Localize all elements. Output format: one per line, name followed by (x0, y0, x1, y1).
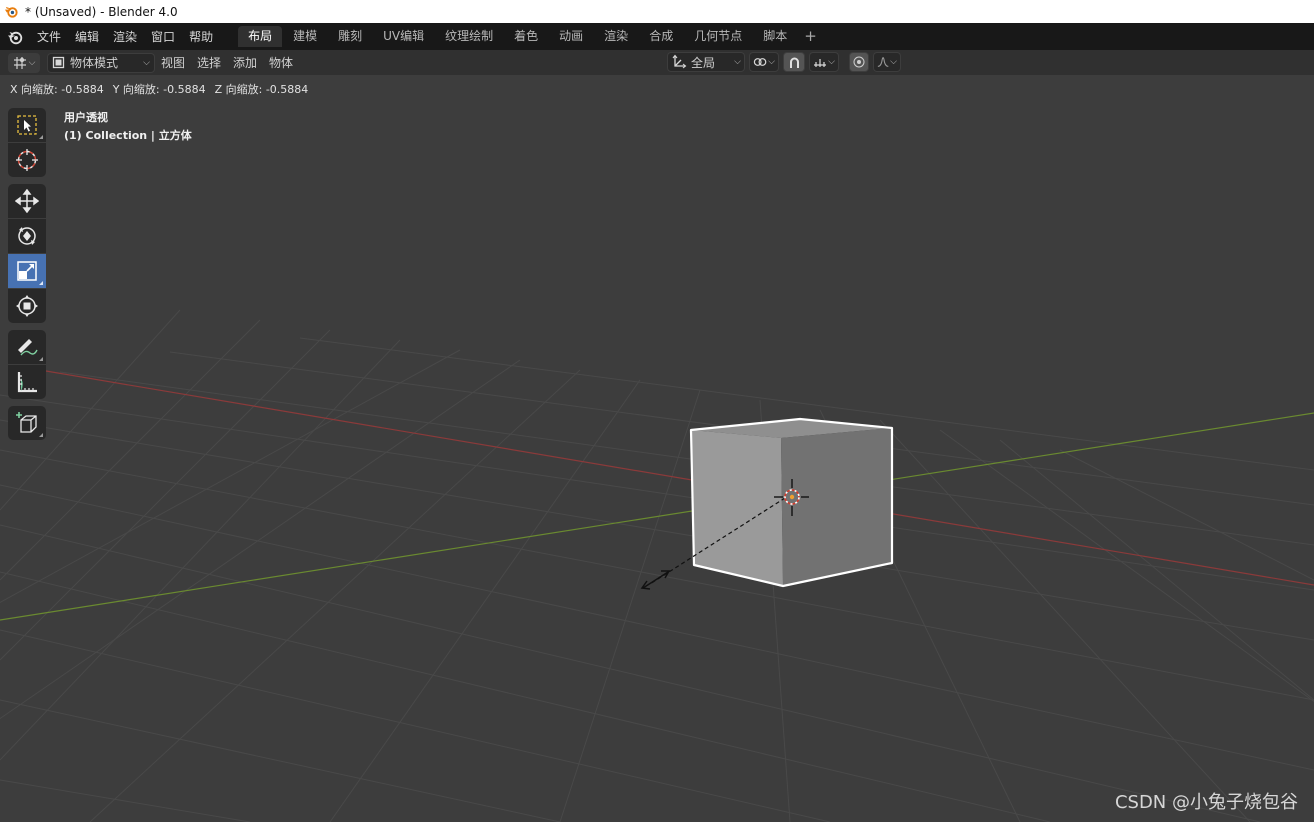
view-collection-label: (1) Collection | 立方体 (64, 129, 192, 142)
y-axis-line (0, 412, 1314, 621)
orientation-axes-icon (672, 54, 687, 69)
add-workspace-button[interactable]: + (798, 26, 823, 47)
tool-variants-indicator (39, 433, 43, 437)
menu-help[interactable]: 帮助 (182, 26, 220, 48)
blender-window: * (Unsaved) - Blender 4.0 文件 编辑 渲染 窗口 帮助… (0, 0, 1314, 822)
add-cube-icon (16, 412, 37, 433)
tab-shading[interactable]: 着色 (504, 26, 548, 47)
tab-texture-paint[interactable]: 纹理绘制 (435, 26, 503, 47)
proportional-edit-toggle[interactable] (849, 52, 869, 72)
scale-arrows-icon (640, 570, 671, 590)
cube-front-face (691, 430, 783, 586)
tab-uv-editing[interactable]: UV编辑 (373, 26, 434, 47)
viewport-scene (0, 309, 1314, 822)
snap-magnet-icon (789, 57, 799, 68)
tab-compositing[interactable]: 合成 (639, 26, 683, 47)
proportional-edit-icon (853, 56, 865, 68)
object-mode-icon (52, 56, 65, 69)
chevron-down-icon: ⌵ (28, 57, 36, 68)
menu-select[interactable]: 选择 (191, 54, 227, 71)
snap-toggle[interactable] (783, 52, 805, 72)
tab-modeling[interactable]: 建模 (283, 26, 327, 47)
scale-y-readout: Y 向缩放: -0.5884 (112, 83, 206, 96)
select-box-icon (17, 115, 37, 135)
3d-viewport[interactable] (0, 75, 1314, 822)
editor-type-button[interactable]: ⌵ (8, 52, 40, 73)
menu-view[interactable]: 视图 (155, 54, 191, 71)
falloff-curve-icon (877, 57, 889, 67)
chevron-down-icon: ⌵ (828, 57, 835, 67)
tab-animation[interactable]: 动画 (549, 26, 593, 47)
mode-dropdown[interactable]: 物体模式 ⌵ (47, 52, 155, 73)
tool-variants-indicator (39, 281, 43, 285)
tool-variants-indicator (39, 135, 43, 139)
tab-geometry-nodes[interactable]: 几何节点 (684, 26, 752, 47)
scale-z-readout: Z 向缩放: -0.5884 (214, 83, 309, 96)
header-center-controls: 全局 ⌵ ⌵ ⌵ ⌵ (667, 52, 901, 72)
blender-menu-icon[interactable] (0, 23, 30, 50)
tool-transform[interactable] (8, 289, 46, 323)
transform-icon (16, 295, 38, 317)
view-info-overlay: 用户透视 (1) Collection | 立方体 (64, 109, 192, 145)
rotate-icon (18, 227, 36, 245)
scale-icon (17, 261, 37, 281)
tool-move[interactable] (8, 184, 46, 218)
blender-logo-icon (4, 6, 18, 18)
viewport-header: ⌵ 物体模式 ⌵ 视图 选择 添加 物体 全局 ⌵ ⌵ ⌵ ⌵ (0, 50, 1314, 75)
menu-object[interactable]: 物体 (263, 54, 299, 71)
tab-scripting[interactable]: 脚本 (753, 26, 797, 47)
tool-shelf (8, 108, 46, 441)
tool-annotate[interactable] (8, 330, 46, 364)
pivot-point-dropdown[interactable]: ⌵ (749, 52, 779, 72)
tool-scale[interactable] (8, 254, 46, 288)
chevron-down-icon: ⌵ (734, 57, 741, 67)
transform-orientation-dropdown[interactable]: 全局 ⌵ (667, 52, 745, 72)
chevron-down-icon: ⌵ (768, 57, 775, 67)
cube-object[interactable] (689, 417, 894, 588)
tab-layout[interactable]: 布局 (238, 26, 283, 47)
chevron-down-icon: ⌵ (143, 57, 150, 68)
tab-sculpting[interactable]: 雕刻 (328, 26, 372, 47)
snap-increment-icon (814, 59, 827, 67)
tool-variants-indicator (39, 357, 43, 361)
proportional-falloff-dropdown[interactable]: ⌵ (873, 52, 901, 72)
pivot-point-icon (753, 58, 767, 66)
measure-icon (17, 372, 37, 393)
tool-select-box[interactable] (8, 108, 46, 142)
menu-render[interactable]: 渲染 (106, 26, 144, 48)
tool-measure[interactable] (8, 365, 46, 399)
window-title: * (Unsaved) - Blender 4.0 (25, 4, 178, 19)
x-axis-line (39, 369, 1314, 586)
snap-target-dropdown[interactable]: ⌵ (809, 52, 839, 72)
tool-rotate[interactable] (8, 219, 46, 253)
workspace-tabs: 布局 建模 雕刻 UV编辑 纹理绘制 着色 动画 渲染 合成 几何节点 脚本 + (238, 26, 823, 47)
move-icon (15, 189, 39, 213)
cube-right-face (781, 428, 892, 586)
mode-label: 物体模式 (70, 56, 119, 70)
tool-cursor[interactable] (8, 143, 46, 177)
menu-file[interactable]: 文件 (30, 26, 68, 48)
tool-add-cube[interactable] (8, 406, 46, 440)
cursor-icon (16, 149, 38, 171)
annotate-icon (18, 339, 38, 356)
chevron-down-icon: ⌵ (890, 57, 897, 67)
orientation-label: 全局 (691, 55, 716, 70)
os-title-bar: * (Unsaved) - Blender 4.0 (0, 0, 1314, 23)
menu-add[interactable]: 添加 (227, 54, 263, 71)
menu-window[interactable]: 窗口 (144, 26, 182, 48)
operator-status-line: X 向缩放: -0.5884 Y 向缩放: -0.5884 Z 向缩放: -0.… (10, 81, 308, 97)
top-bar: 文件 编辑 渲染 窗口 帮助 布局 建模 雕刻 UV编辑 纹理绘制 着色 动画 … (0, 23, 1314, 50)
tab-rendering[interactable]: 渲染 (594, 26, 638, 47)
floor-grid-cross (0, 337, 1314, 822)
floor-grid (0, 309, 1314, 822)
viewport-icon (13, 56, 26, 69)
watermark: CSDN @小兔子烧包谷 (1114, 792, 1298, 813)
scale-x-readout: X 向缩放: -0.5884 (10, 83, 104, 96)
menu-edit[interactable]: 编辑 (68, 26, 106, 48)
view-perspective-label: 用户透视 (64, 111, 108, 124)
